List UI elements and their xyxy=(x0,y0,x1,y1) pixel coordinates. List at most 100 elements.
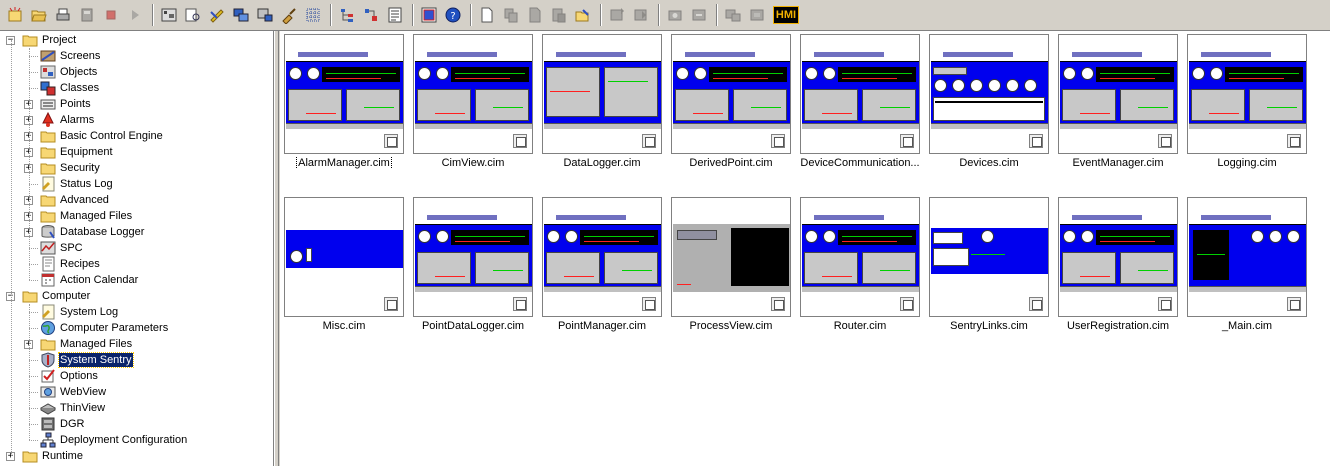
cim-file-icon xyxy=(1029,297,1043,311)
tree-item-objects[interactable]: Objects xyxy=(40,64,98,80)
tree-item-computer-parameters[interactable]: Computer Parameters xyxy=(40,320,169,336)
tree-item-security[interactable]: Security xyxy=(40,160,101,176)
camera-paste-button[interactable] xyxy=(746,4,768,26)
publish-button[interactable] xyxy=(688,4,710,26)
help-button[interactable]: ? xyxy=(442,4,464,26)
cim-file-icon xyxy=(900,134,914,148)
cim-file-icon xyxy=(513,297,527,311)
screen-thumbnail[interactable]: CimView.cim xyxy=(413,31,533,181)
screen-thumbnail[interactable]: Devices.cim xyxy=(929,31,1049,181)
paste-button[interactable] xyxy=(548,4,570,26)
page-button[interactable] xyxy=(524,4,546,26)
tree-item-thinview[interactable]: ThinView xyxy=(40,400,106,416)
screen-filename: Devices.cim xyxy=(959,157,1019,169)
run-button[interactable] xyxy=(124,4,146,26)
stop-button[interactable] xyxy=(100,4,122,26)
open-button[interactable] xyxy=(28,4,50,26)
tree-connector xyxy=(29,328,38,329)
details-view-button[interactable] xyxy=(384,4,406,26)
screen-filename: EventManager.cim xyxy=(1072,157,1164,169)
tree-item-action-calendar[interactable]: Action Calendar xyxy=(40,272,139,288)
tree-icon xyxy=(338,6,356,24)
tree-item-spc[interactable]: SPC xyxy=(40,240,84,256)
filter-button[interactable] xyxy=(360,4,382,26)
edit-button[interactable] xyxy=(572,4,594,26)
tree-connector xyxy=(29,248,38,249)
grid-button[interactable] xyxy=(302,4,324,26)
tree-connector xyxy=(29,392,38,393)
workbench-tree[interactable]: Project − Screens Objects Classes Points + Alar… xyxy=(0,31,274,466)
tools-button[interactable] xyxy=(206,4,228,26)
camera-copy-button[interactable] xyxy=(722,4,744,26)
tree-item-dgr[interactable]: DGR xyxy=(40,416,85,432)
tree-item-options[interactable]: Options xyxy=(40,368,99,384)
refresh-button[interactable] xyxy=(76,4,98,26)
tree-label: Action Calendar xyxy=(60,274,139,286)
tree-root-runtime[interactable]: Runtime xyxy=(22,448,84,464)
screen-thumbnail[interactable]: Router.cim xyxy=(800,194,920,344)
pane-splitter[interactable] xyxy=(274,31,279,466)
screen-filename: PointManager.cim xyxy=(557,320,647,332)
screen-editor-button[interactable] xyxy=(158,4,180,26)
import-button[interactable] xyxy=(606,4,628,26)
tree-item-alarms[interactable]: Alarms xyxy=(40,112,95,128)
tree-item-system-sentry[interactable]: System Sentry xyxy=(40,352,134,368)
tree-root-computer[interactable]: Computer xyxy=(22,288,91,304)
tree-label: Database Logger xyxy=(60,226,145,238)
thumbnail-view-button[interactable] xyxy=(418,4,440,26)
tree-item-deployment-configuration[interactable]: Deployment Configuration xyxy=(40,432,188,448)
tree-label: SPC xyxy=(60,242,83,254)
grid-icon xyxy=(304,6,322,24)
import-icon xyxy=(608,6,626,24)
tree-item-equipment[interactable]: Equipment xyxy=(40,144,114,160)
print-button[interactable] xyxy=(52,4,74,26)
screen-thumbnail[interactable]: UserRegistration.cim xyxy=(1058,194,1178,344)
screen-thumbnail[interactable]: Misc.cim xyxy=(284,194,404,344)
tree-item-webview[interactable]: WebView xyxy=(40,384,107,400)
deploy-button[interactable] xyxy=(254,4,276,26)
screen-thumbnail[interactable]: AlarmManager.cim xyxy=(284,31,404,181)
tree-item-managed-files[interactable]: Managed Files xyxy=(40,208,133,224)
tree-label: DGR xyxy=(60,418,85,430)
camera-button[interactable] xyxy=(664,4,686,26)
tree-label: ThinView xyxy=(60,402,106,414)
new-icon xyxy=(478,6,496,24)
tree-button[interactable] xyxy=(336,4,358,26)
copy-button[interactable] xyxy=(500,4,522,26)
tree-item-classes[interactable]: Classes xyxy=(40,80,100,96)
new-button[interactable] xyxy=(476,4,498,26)
screen-thumbnail[interactable]: Logging.cim xyxy=(1187,31,1307,181)
tree-item-screens[interactable]: Screens xyxy=(40,48,101,64)
tree-item-status-log[interactable]: Status Log xyxy=(40,176,114,192)
tree-item-points[interactable]: Points xyxy=(40,96,92,112)
tree-label: Objects xyxy=(60,66,98,78)
screen-thumbnail[interactable]: DataLogger.cim xyxy=(542,31,662,181)
tree-item-basic-control-engine[interactable]: Basic Control Engine xyxy=(40,128,164,144)
tree-item-advanced[interactable]: Advanced xyxy=(40,192,110,208)
screen-thumbnail[interactable]: _Main.cim xyxy=(1187,194,1307,344)
tree-item-database-logger[interactable]: Database Logger xyxy=(40,224,145,240)
webview-icon xyxy=(40,384,56,400)
tree-root-project[interactable]: Project xyxy=(22,32,77,48)
new-project-button[interactable] xyxy=(4,4,26,26)
screen-thumbnail[interactable]: DeviceCommunication... xyxy=(800,31,920,181)
thumbnail-frame xyxy=(800,197,920,317)
windows-button[interactable] xyxy=(230,4,252,26)
screen-filename: DerivedPoint.cim xyxy=(689,157,773,169)
screen-thumbnail[interactable]: EventManager.cim xyxy=(1058,31,1178,181)
tools-icon xyxy=(208,6,226,24)
screen-thumbnail[interactable]: ProcessView.cim xyxy=(671,194,791,344)
export-button[interactable] xyxy=(630,4,652,26)
tree-item-system-log[interactable]: System Log xyxy=(40,304,119,320)
edit-icon xyxy=(574,6,592,24)
screen-thumbnail[interactable]: SentryLinks.cim xyxy=(929,194,1049,344)
tree-item-recipes[interactable]: Recipes xyxy=(40,256,101,272)
screen-thumbnail[interactable]: PointDataLogger.cim xyxy=(413,194,533,344)
broom-button[interactable] xyxy=(278,4,300,26)
hmi-button[interactable]: HMI xyxy=(770,4,802,26)
tree-item-managed-files[interactable]: Managed Files xyxy=(40,336,133,352)
screen-thumbnail[interactable]: PointManager.cim xyxy=(542,194,662,344)
screen-thumbnail[interactable]: DerivedPoint.cim xyxy=(671,31,791,181)
thumbnail-frame xyxy=(284,34,404,154)
find-button[interactable] xyxy=(182,4,204,26)
